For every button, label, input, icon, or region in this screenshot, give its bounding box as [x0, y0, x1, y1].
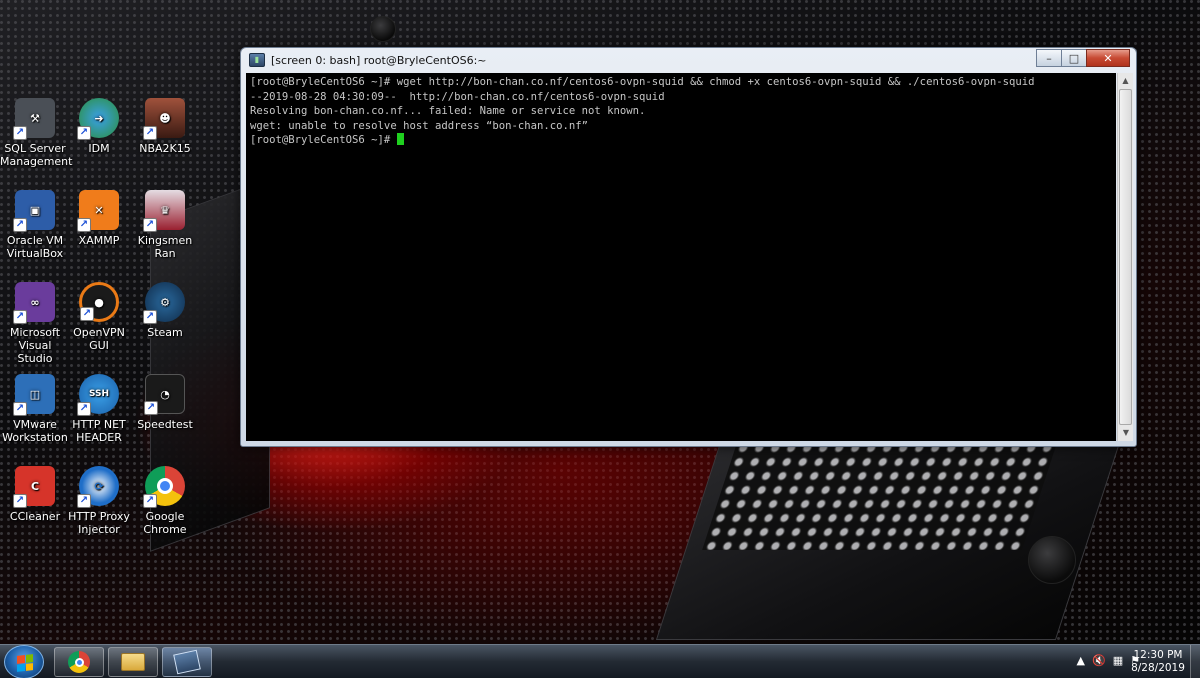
desktop-icon-vmware[interactable]: ◫ ↗ VMware Workstation	[0, 374, 70, 444]
desktop-icon-label: Kingsmen Ran	[137, 234, 193, 260]
nba2k15-icon: ☻ ↗	[143, 98, 185, 140]
desktop-icon-label: SQL Server Management	[0, 142, 73, 168]
chrome-icon	[68, 651, 90, 673]
idm-icon: ➜ ↗	[77, 98, 119, 140]
desktop-icon-http-net-header[interactable]: SSH ↗ HTTP NET HEADER	[64, 374, 134, 444]
desktop-icon-label: Microsoft Visual Studio	[9, 326, 61, 365]
terminal-line: --2019-08-28 04:30:09-- http://bon-chan.…	[250, 90, 665, 103]
desktop-icon-label: VMware Workstation	[2, 418, 68, 444]
taskbar-putty-button[interactable]	[162, 647, 212, 677]
taskbar-chrome-button[interactable]	[54, 647, 104, 677]
wallpaper-knob	[1028, 536, 1076, 584]
desktop-icon-label: Speedtest	[137, 418, 193, 431]
desktop-icon-nba2k15[interactable]: ☻ ↗ NBA2K15	[130, 98, 200, 155]
desktop-icon-xampp[interactable]: ✕ ↗ XAMMP	[64, 190, 134, 247]
shortcut-arrow-icon: ↗	[143, 126, 157, 140]
desktop-icon-speedtest[interactable]: ◔ ↗ Speedtest	[130, 374, 200, 431]
desktop-icon-label: Google Chrome	[143, 510, 187, 536]
maximize-button[interactable]: □	[1061, 49, 1087, 67]
terminal-line: [root@BryleCentOS6 ~]# wget http://bon-c…	[250, 76, 1035, 88]
desktop-icon-label: Steam	[147, 326, 183, 339]
terminal-cursor	[396, 133, 404, 145]
scrollbar-thumb[interactable]	[1119, 89, 1132, 425]
shortcut-arrow-icon: ↗	[77, 402, 91, 416]
desktop-icon-idm[interactable]: ➜ ↗ IDM	[64, 98, 134, 155]
desktop-icon-label: NBA2K15	[139, 142, 191, 155]
desktop-icon-google-chrome[interactable]: ↗ Google Chrome	[130, 466, 200, 536]
desktop-icon-openvpn[interactable]: ● ↗ OpenVPN GUI	[64, 282, 134, 352]
wallpaper-knob	[370, 16, 396, 42]
ssh-icon: SSH ↗	[77, 374, 119, 416]
start-button[interactable]	[4, 645, 44, 678]
terminal-prompt: [root@BryleCentOS6 ~]#	[250, 134, 397, 146]
desktop-icon-label: Oracle VM VirtualBox	[6, 234, 64, 260]
terminal-line: wget: unable to resolve host address “bo…	[250, 119, 589, 132]
shortcut-arrow-icon: ↗	[13, 126, 27, 140]
shortcut-arrow-icon: ↗	[13, 402, 27, 416]
speedtest-icon: ◔ ↗	[144, 374, 185, 415]
xampp-icon: ✕ ↗	[77, 190, 119, 232]
vmware-icon: ◫ ↗	[13, 374, 55, 416]
putty-icon: ▮	[249, 53, 265, 67]
clock-date: 8/28/2019	[1131, 662, 1185, 674]
shortcut-arrow-icon: ↗	[143, 494, 157, 508]
show-hidden-icons-arrow[interactable]: ▲	[1077, 654, 1085, 667]
terminal-prompt-line: [root@BryleCentOS6 ~]#	[250, 133, 1112, 148]
virtualbox-icon: ▣ ↗	[13, 190, 55, 232]
terminal-line: Resolving bon-chan.co.nf... failed: Name…	[250, 105, 646, 117]
close-button[interactable]: ✕	[1086, 49, 1130, 67]
shortcut-arrow-icon: ↗	[143, 218, 157, 232]
explorer-icon	[121, 653, 145, 671]
window-titlebar[interactable]: ▮ [screen 0: bash] root@BryleCentOS6:~ –…	[241, 48, 1136, 72]
shortcut-arrow-icon: ↗	[13, 218, 27, 232]
desktop-icon-ccleaner[interactable]: C ↗ CCleaner	[0, 466, 70, 523]
desktop-icon-label: HTTP Proxy Injector	[68, 510, 130, 536]
windows-logo-icon	[17, 654, 33, 672]
steam-icon: ⚙ ↗	[143, 282, 185, 324]
wallpaper-grille	[702, 440, 1058, 550]
putty-icon	[173, 649, 201, 675]
sql-server-icon: ⚒ ↗	[13, 98, 55, 140]
ccleaner-icon: C ↗	[13, 466, 55, 508]
shortcut-arrow-icon: ↗	[144, 401, 158, 415]
scroll-down-arrow-icon[interactable]: ▼	[1118, 425, 1134, 441]
desktop-icon-label: HTTP NET HEADER	[72, 418, 126, 444]
desktop-icon-label: XAMMP	[78, 234, 120, 247]
window-title: [screen 0: bash] root@BryleCentOS6:~	[271, 53, 487, 67]
desktop-icon-label: IDM	[88, 142, 110, 155]
shortcut-arrow-icon: ↗	[77, 218, 91, 232]
desktop-icon-sql-server[interactable]: ⚒ ↗ SQL Server Management	[0, 98, 73, 168]
taskbar: ▲ 🔇 ▦ ⚑ 12:30 PM 8/28/2019	[0, 644, 1200, 678]
kingsmen-ran-icon: ♛ ↗	[143, 190, 185, 232]
clock-time: 12:30 PM	[1133, 649, 1183, 661]
desktop-icon-kingsmen-ran[interactable]: ♛ ↗ Kingsmen Ran	[130, 190, 200, 260]
shortcut-arrow-icon: ↗	[143, 310, 157, 324]
http-proxy-injector-icon: ⟳ ↗	[77, 466, 119, 508]
taskbar-clock[interactable]: 12:30 PM 8/28/2019	[1128, 649, 1188, 675]
desktop-icon-visual-studio[interactable]: ∞ ↗ Microsoft Visual Studio	[0, 282, 70, 365]
desktop-icon-virtualbox[interactable]: ▣ ↗ Oracle VM VirtualBox	[0, 190, 70, 260]
scroll-up-arrow-icon[interactable]: ▲	[1118, 73, 1133, 89]
desktop-icon-label: OpenVPN GUI	[73, 326, 125, 352]
minimize-button[interactable]: –	[1036, 49, 1062, 67]
visual-studio-icon: ∞ ↗	[13, 282, 55, 324]
shortcut-arrow-icon: ↗	[77, 126, 91, 140]
shortcut-arrow-icon: ↗	[77, 494, 91, 508]
shortcut-arrow-icon: ↗	[80, 307, 94, 321]
shortcut-arrow-icon: ↗	[13, 494, 27, 508]
desktop-icon-label: CCleaner	[9, 510, 61, 523]
shortcut-arrow-icon: ↗	[13, 310, 27, 324]
show-desktop-button[interactable]	[1190, 645, 1200, 678]
vertical-scrollbar[interactable]: ▲ ▼	[1117, 73, 1133, 441]
volume-muted-icon[interactable]: 🔇	[1092, 654, 1106, 667]
chrome-icon: ↗	[143, 466, 185, 508]
terminal-window[interactable]: ▮ [screen 0: bash] root@BryleCentOS6:~ –…	[240, 47, 1137, 447]
openvpn-icon: ● ↗	[79, 282, 119, 322]
terminal-console[interactable]: [root@BryleCentOS6 ~]# wget http://bon-c…	[246, 73, 1116, 441]
desktop-icon-steam[interactable]: ⚙ ↗ Steam	[130, 282, 200, 339]
network-icon[interactable]: ▦	[1113, 654, 1123, 667]
window-controls: – □ ✕	[1036, 49, 1130, 67]
taskbar-explorer-button[interactable]	[108, 647, 158, 677]
desktop-icon-http-proxy-injector[interactable]: ⟳ ↗ HTTP Proxy Injector	[64, 466, 134, 536]
